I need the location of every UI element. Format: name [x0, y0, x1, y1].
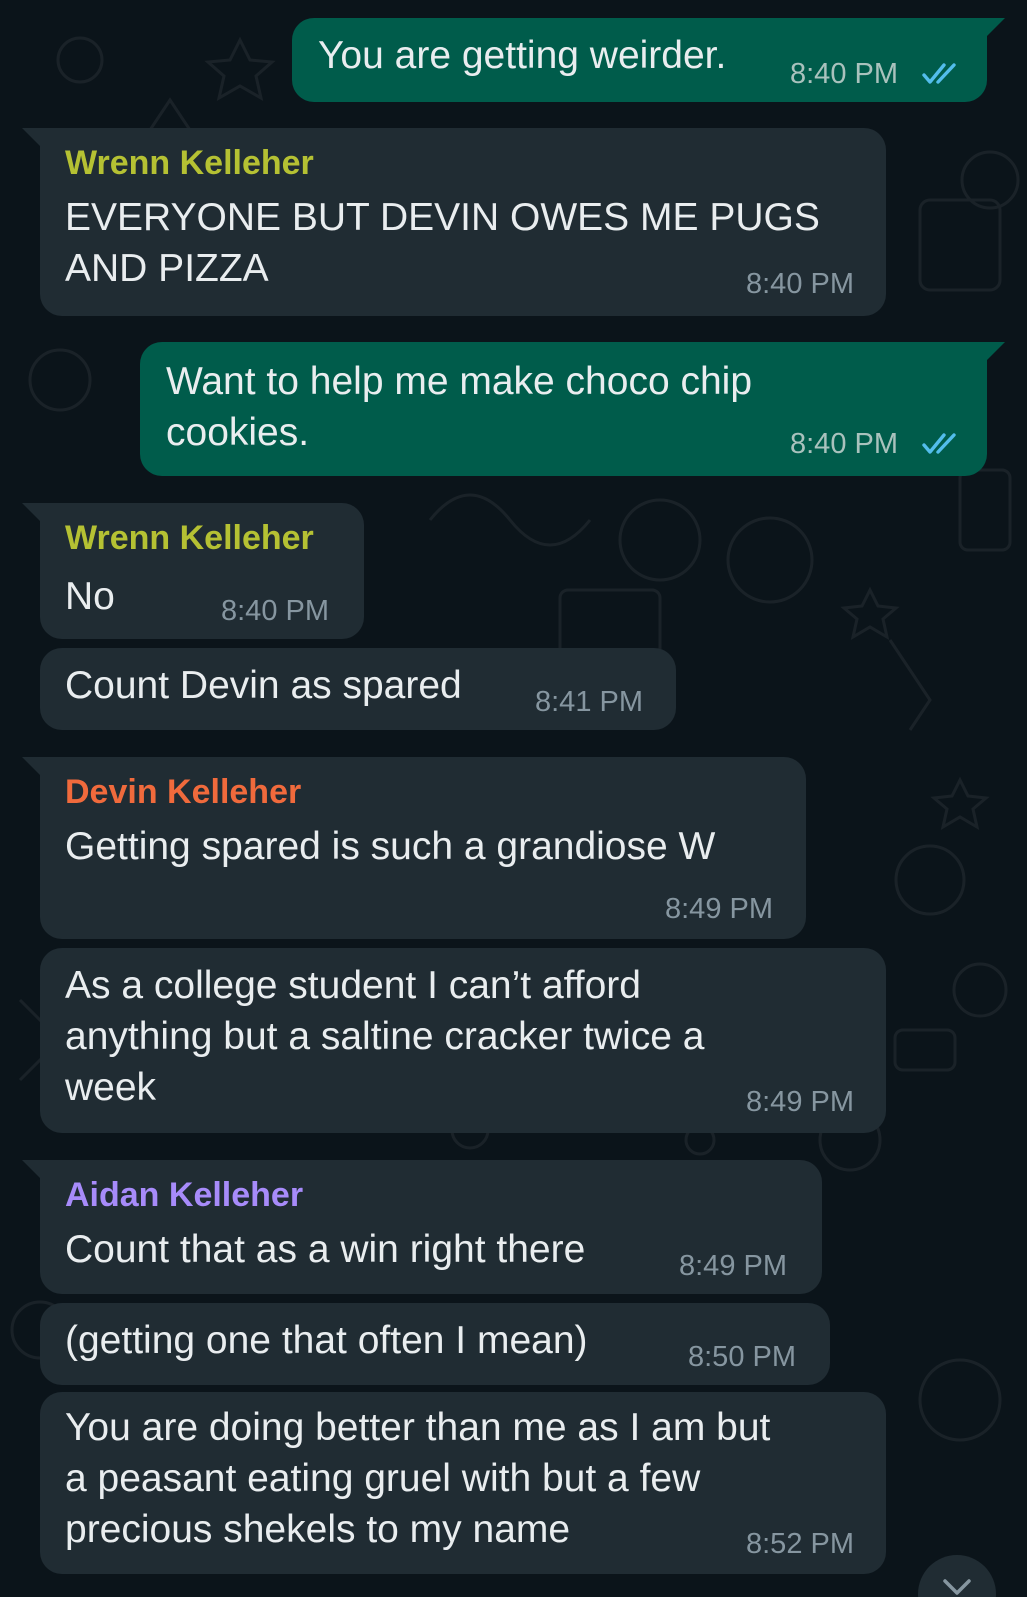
- message-timestamp: 8:41 PM: [535, 686, 643, 718]
- message-text-line: As a college student I can’t afford: [65, 964, 641, 1007]
- message-text-line: You are doing better than me as I am but: [65, 1406, 771, 1449]
- message-text-line: AND PIZZA: [65, 247, 269, 290]
- message-bubble-incoming[interactable]: Devin Kelleher Getting spared is such a …: [22, 757, 806, 939]
- message-timestamp: 8:40 PM: [790, 58, 898, 90]
- message-bubble-outgoing[interactable]: Want to help me make choco chip cookies.…: [140, 342, 1005, 476]
- sender-name: Wrenn Kelleher: [65, 519, 314, 557]
- message-text: Count that as a win right there: [65, 1228, 586, 1271]
- message-text: (getting one that often I mean): [65, 1319, 588, 1362]
- message-bubble-incoming[interactable]: Count Devin as spared 8:41 PM: [40, 648, 676, 730]
- message-timestamp: 8:49 PM: [665, 893, 773, 925]
- message-bubble-outgoing[interactable]: You are getting weirder. 8:40 PM: [292, 18, 1005, 102]
- message-bubble-incoming[interactable]: (getting one that often I mean) 8:50 PM: [40, 1303, 830, 1385]
- message-text: Count Devin as spared: [65, 664, 462, 707]
- message-text: Getting spared is such a grandiose W: [65, 825, 716, 868]
- message-bubble-incoming[interactable]: Wrenn Kelleher EVERYONE BUT DEVIN OWES M…: [22, 128, 886, 316]
- message-text: You are getting weirder.: [318, 34, 727, 77]
- message-text-line: EVERYONE BUT DEVIN OWES ME PUGS: [65, 196, 820, 239]
- chevron-down-icon: [943, 1579, 971, 1595]
- message-text-line: precious shekels to my name: [65, 1508, 571, 1551]
- sender-name: Devin Kelleher: [65, 773, 302, 811]
- message-text-line: a peasant eating gruel with but a few: [65, 1457, 701, 1500]
- message-timestamp: 8:52 PM: [746, 1528, 854, 1560]
- sender-name: Wrenn Kelleher: [65, 144, 314, 182]
- message-timestamp: 8:40 PM: [790, 428, 898, 460]
- message-text-line: cookies.: [166, 411, 310, 454]
- message-timestamp: 8:40 PM: [221, 595, 329, 627]
- sender-name: Aidan Kelleher: [65, 1176, 304, 1214]
- message-text-line: week: [65, 1066, 157, 1109]
- message-text-line: anything but a saltine cracker twice a: [65, 1015, 705, 1058]
- message-timestamp: 8:40 PM: [746, 268, 854, 300]
- message-timestamp: 8:50 PM: [688, 1341, 796, 1373]
- message-timestamp: 8:49 PM: [746, 1086, 854, 1118]
- chat-window[interactable]: You are getting weirder. 8:40 PM Wrenn K…: [0, 0, 1027, 1597]
- message-text: No: [65, 575, 115, 618]
- message-bubble-incoming[interactable]: You are doing better than me as I am but…: [40, 1392, 886, 1574]
- double-check-read-icon: [922, 433, 956, 454]
- message-bubble-incoming[interactable]: Aidan Kelleher Count that as a win right…: [22, 1160, 822, 1294]
- double-check-read-icon: [922, 63, 956, 84]
- message-timestamp: 8:49 PM: [679, 1250, 787, 1282]
- message-text-line: Want to help me make choco chip: [166, 360, 753, 403]
- message-bubble-incoming[interactable]: Wrenn Kelleher No 8:40 PM: [22, 503, 364, 639]
- message-bubble-incoming[interactable]: As a college student I can’t afford anyt…: [40, 948, 886, 1133]
